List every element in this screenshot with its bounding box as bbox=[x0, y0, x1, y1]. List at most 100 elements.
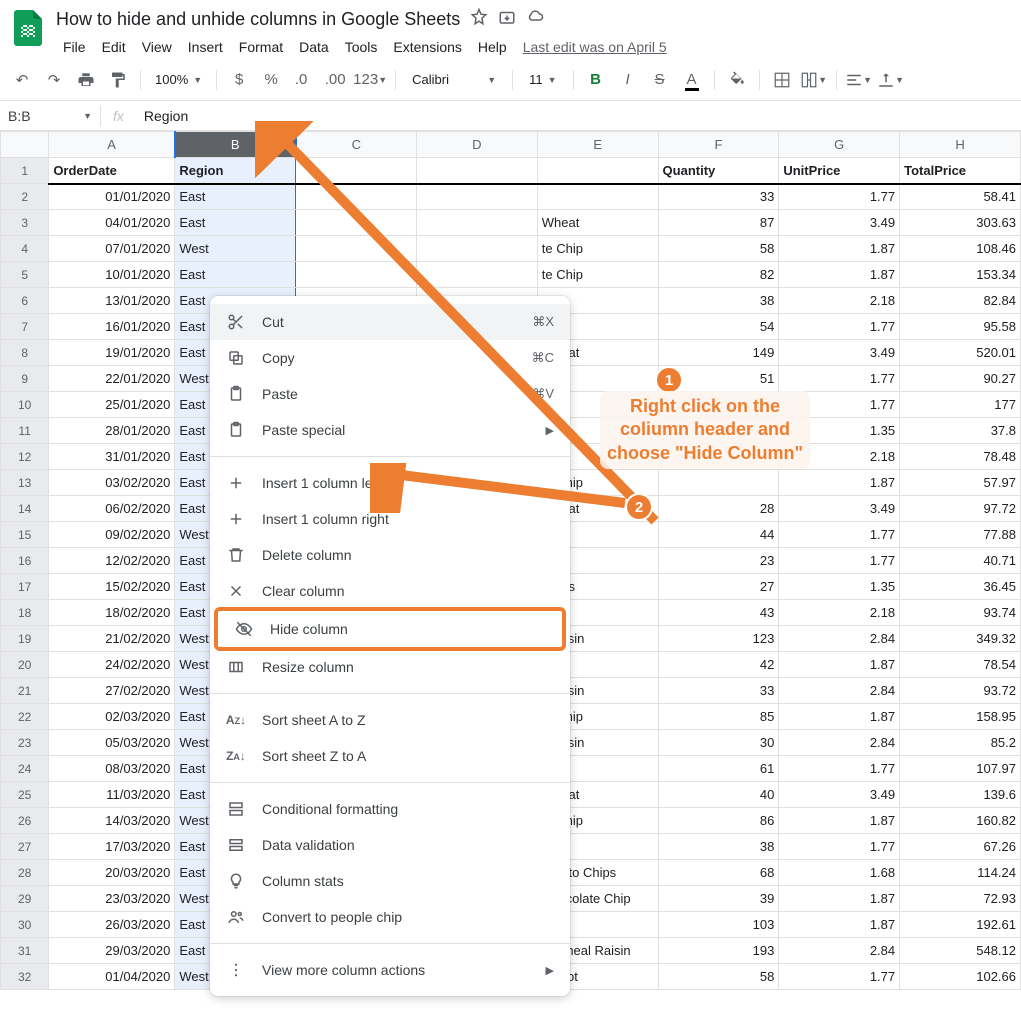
cell[interactable]: 58.41 bbox=[900, 184, 1021, 210]
cell[interactable]: 38 bbox=[658, 834, 779, 860]
row-header[interactable]: 21 bbox=[1, 678, 49, 704]
cell[interactable]: 1.68 bbox=[779, 860, 900, 886]
cell[interactable] bbox=[296, 210, 417, 236]
cell[interactable] bbox=[537, 184, 658, 210]
ctx-paste[interactable]: Paste⌘V bbox=[210, 376, 570, 412]
cell[interactable]: 1.87 bbox=[779, 912, 900, 938]
percent-button[interactable]: % bbox=[257, 66, 285, 94]
row-header[interactable]: 32 bbox=[1, 964, 49, 990]
menu-view[interactable]: View bbox=[135, 35, 179, 59]
decrease-decimal-button[interactable]: .0 bbox=[289, 66, 317, 94]
cell[interactable] bbox=[537, 158, 658, 184]
row-header[interactable]: 20 bbox=[1, 652, 49, 678]
row-header[interactable]: 25 bbox=[1, 782, 49, 808]
cell[interactable]: 1.77 bbox=[779, 964, 900, 990]
cell[interactable]: 25/01/2020 bbox=[49, 392, 175, 418]
currency-button[interactable]: $ bbox=[225, 66, 253, 94]
column-header-B[interactable]: B bbox=[175, 132, 296, 158]
ctx-convert-to-people-chip[interactable]: Convert to people chip bbox=[210, 899, 570, 935]
cell[interactable]: 42 bbox=[658, 652, 779, 678]
ctx-view-more-column-actions[interactable]: View more column actions▶ bbox=[210, 952, 570, 988]
row-header[interactable]: 22 bbox=[1, 704, 49, 730]
cell[interactable]: 153.34 bbox=[900, 262, 1021, 288]
cell[interactable]: 82 bbox=[658, 262, 779, 288]
menu-help[interactable]: Help bbox=[471, 35, 514, 59]
ctx-data-validation[interactable]: Data validation bbox=[210, 827, 570, 863]
cell[interactable]: 37.8 bbox=[900, 418, 1021, 444]
fill-color-button[interactable] bbox=[723, 66, 751, 94]
row-header[interactable]: 13 bbox=[1, 470, 49, 496]
cell[interactable]: TotalPrice bbox=[900, 158, 1021, 184]
row-header[interactable]: 18 bbox=[1, 600, 49, 626]
cell[interactable] bbox=[296, 184, 417, 210]
row-header[interactable]: 1 bbox=[1, 158, 49, 184]
ctx-cut[interactable]: Cut⌘X bbox=[210, 304, 570, 340]
cell[interactable]: 27/02/2020 bbox=[49, 678, 175, 704]
cell[interactable]: 1.87 bbox=[779, 652, 900, 678]
cell[interactable]: 193 bbox=[658, 938, 779, 964]
row-header[interactable]: 28 bbox=[1, 860, 49, 886]
cell[interactable]: 68 bbox=[658, 860, 779, 886]
cell[interactable]: 12/02/2020 bbox=[49, 548, 175, 574]
row-header[interactable]: 17 bbox=[1, 574, 49, 600]
cell[interactable]: 30 bbox=[658, 730, 779, 756]
cell[interactable]: 29/03/2020 bbox=[49, 938, 175, 964]
cell[interactable]: 08/03/2020 bbox=[49, 756, 175, 782]
last-edit-link[interactable]: Last edit was on April 5 bbox=[516, 35, 674, 59]
name-box[interactable]: B:B▼ bbox=[0, 108, 100, 124]
cell[interactable]: 107.97 bbox=[900, 756, 1021, 782]
menu-extensions[interactable]: Extensions bbox=[386, 35, 468, 59]
cell[interactable]: 28 bbox=[658, 496, 779, 522]
valign-button[interactable]: ▼ bbox=[877, 66, 905, 94]
cell[interactable]: 09/02/2020 bbox=[49, 522, 175, 548]
cell[interactable]: 14/03/2020 bbox=[49, 808, 175, 834]
cell[interactable]: 78.54 bbox=[900, 652, 1021, 678]
cell[interactable]: 1.77 bbox=[779, 522, 900, 548]
cell[interactable]: UnitPrice bbox=[779, 158, 900, 184]
cell[interactable] bbox=[296, 262, 417, 288]
cell[interactable]: 72.93 bbox=[900, 886, 1021, 912]
font-size-dropdown[interactable]: 11▼ bbox=[521, 72, 564, 87]
column-header-G[interactable]: G bbox=[779, 132, 900, 158]
cell[interactable]: 3.49 bbox=[779, 782, 900, 808]
cell[interactable] bbox=[296, 158, 417, 184]
menu-data[interactable]: Data bbox=[292, 35, 336, 59]
cell[interactable]: 28/01/2020 bbox=[49, 418, 175, 444]
cell[interactable]: 158.95 bbox=[900, 704, 1021, 730]
strikethrough-button[interactable]: S bbox=[646, 66, 674, 94]
cell[interactable]: 93.74 bbox=[900, 600, 1021, 626]
menu-edit[interactable]: Edit bbox=[95, 35, 133, 59]
cell[interactable]: 1.87 bbox=[779, 704, 900, 730]
cell[interactable] bbox=[416, 262, 537, 288]
cell[interactable] bbox=[416, 236, 537, 262]
move-icon[interactable] bbox=[498, 8, 516, 31]
cell[interactable]: 1.87 bbox=[779, 808, 900, 834]
row-header[interactable]: 8 bbox=[1, 340, 49, 366]
italic-button[interactable]: I bbox=[614, 66, 642, 94]
cell[interactable]: 20/03/2020 bbox=[49, 860, 175, 886]
cell[interactable]: 177 bbox=[900, 392, 1021, 418]
cell[interactable]: 2.84 bbox=[779, 730, 900, 756]
cell[interactable]: 39 bbox=[658, 886, 779, 912]
cell[interactable]: 40.71 bbox=[900, 548, 1021, 574]
cell[interactable]: 13/01/2020 bbox=[49, 288, 175, 314]
row-header[interactable]: 31 bbox=[1, 938, 49, 964]
cell[interactable]: 2.84 bbox=[779, 626, 900, 652]
increase-decimal-button[interactable]: .00 bbox=[321, 66, 349, 94]
cell[interactable]: 3.49 bbox=[779, 340, 900, 366]
paint-format-button[interactable] bbox=[104, 66, 132, 94]
cell[interactable]: East bbox=[175, 262, 296, 288]
cell[interactable]: 149 bbox=[658, 340, 779, 366]
ctx-column-stats[interactable]: Column stats bbox=[210, 863, 570, 899]
cell[interactable]: 97.72 bbox=[900, 496, 1021, 522]
row-header[interactable]: 3 bbox=[1, 210, 49, 236]
column-header-A[interactable]: A bbox=[49, 132, 175, 158]
cell[interactable]: 2.84 bbox=[779, 678, 900, 704]
cell[interactable]: 160.82 bbox=[900, 808, 1021, 834]
cell[interactable]: 36.45 bbox=[900, 574, 1021, 600]
column-header-F[interactable]: F bbox=[658, 132, 779, 158]
sheets-logo-icon[interactable] bbox=[8, 8, 48, 48]
cell[interactable]: 01/04/2020 bbox=[49, 964, 175, 990]
cell[interactable]: 108.46 bbox=[900, 236, 1021, 262]
cell[interactable]: 1.77 bbox=[779, 548, 900, 574]
